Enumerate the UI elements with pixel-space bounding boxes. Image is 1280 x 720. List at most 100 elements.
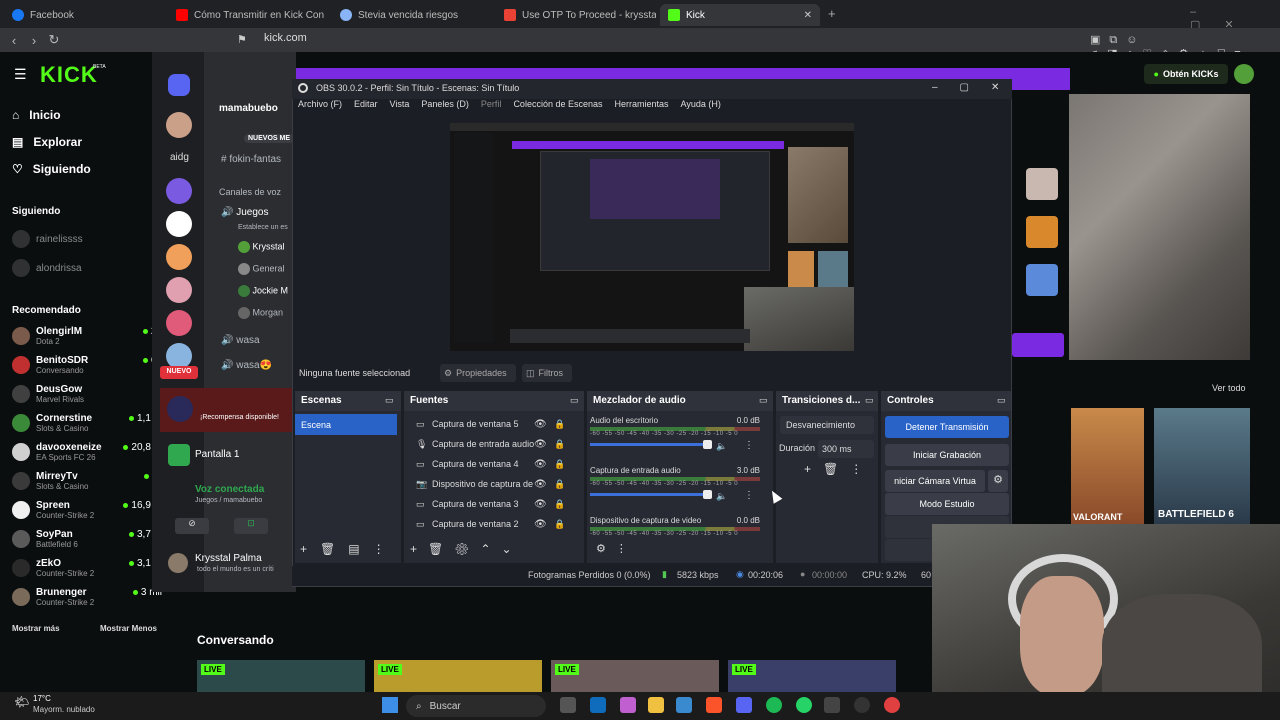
user-avatar[interactable] bbox=[1234, 64, 1254, 84]
bookmark-icon[interactable]: ⚑ bbox=[237, 33, 247, 46]
recommended-channel[interactable]: zEkO Counter-Strike 2 3,1 m bbox=[12, 554, 162, 582]
visibility-eye-icon[interactable]: 👁 bbox=[534, 519, 547, 530]
source-item[interactable]: ▭ Captura de ventana 2 👁 🔒 bbox=[410, 514, 580, 534]
tab-stevia[interactable]: Stevia vencida riesgos bbox=[332, 4, 492, 26]
start-icon[interactable] bbox=[382, 697, 398, 713]
source-item[interactable]: ▭ Captura de ventana 5 👁 🔒 bbox=[410, 414, 580, 434]
server-icon[interactable] bbox=[166, 178, 192, 204]
weather-temp[interactable]: 17°C bbox=[33, 694, 51, 703]
text-channel[interactable]: # fokin-fantas bbox=[221, 154, 281, 165]
brave-icon[interactable] bbox=[706, 697, 722, 713]
new-messages-badge[interactable]: NUEVOS ME bbox=[244, 134, 295, 143]
outlook-icon[interactable] bbox=[590, 697, 606, 713]
obs-menu-item[interactable]: Colección de Escenas bbox=[513, 99, 602, 115]
recommended-channel[interactable]: Brunenger Counter-Strike 23 mil bbox=[12, 583, 162, 611]
voice-channel[interactable]: 🔊 wasa😍 bbox=[221, 360, 272, 371]
featured-stream[interactable] bbox=[1069, 94, 1250, 360]
voice-member[interactable]: Jockie M bbox=[238, 285, 288, 297]
gear-icon[interactable]: ⚙ bbox=[988, 470, 1008, 492]
voice-channel[interactable]: 🔊 Juegos bbox=[221, 207, 268, 218]
obs-menu-item[interactable]: Perfil bbox=[481, 99, 502, 115]
stream-thumb-small[interactable] bbox=[1026, 168, 1058, 200]
voice-header[interactable]: Canales de voz bbox=[219, 187, 281, 197]
discord-icon[interactable] bbox=[168, 74, 190, 96]
source-item[interactable]: 📷 Dispositivo de captura de v 👁 🔒 bbox=[410, 474, 580, 494]
visibility-eye-icon[interactable]: 👁 bbox=[534, 459, 547, 470]
undock-icon[interactable]: ▭ bbox=[385, 395, 394, 406]
stream-thumb[interactable]: LIVE bbox=[551, 660, 719, 692]
obs-menu-item[interactable]: Ayuda (H) bbox=[681, 99, 721, 115]
obs-preview[interactable] bbox=[450, 123, 854, 351]
video-off-icon[interactable]: ⊘ bbox=[175, 518, 209, 534]
obs-window-controls[interactable]: –▢✕ bbox=[932, 82, 1021, 93]
nav-explorar[interactable]: ▤ Explorar bbox=[12, 135, 82, 149]
voice-channel[interactable]: 🔊 wasa bbox=[221, 335, 260, 346]
obs-taskbar-icon[interactable] bbox=[854, 697, 870, 713]
mixer-toolbar[interactable]: ⚙⋮ bbox=[596, 542, 637, 555]
stream-thumb-small[interactable] bbox=[1026, 264, 1058, 296]
mute-icon[interactable]: 🔈 bbox=[716, 441, 727, 452]
show-less-link[interactable]: Mostrar Menos bbox=[100, 624, 157, 633]
menu-icon[interactable]: ☰ bbox=[14, 66, 27, 83]
close-tab-icon[interactable]: ✕ bbox=[804, 10, 812, 21]
recommended-channel[interactable]: MirreyTvSlots & Casino11 bbox=[12, 467, 162, 495]
stream-thumb[interactable]: LIVE bbox=[374, 660, 542, 692]
kick-logo[interactable]: KICK bbox=[40, 62, 98, 88]
start-recording-button[interactable]: Iniciar Grabación bbox=[885, 444, 1009, 466]
tab-kick[interactable]: Kick ✕ bbox=[660, 4, 820, 26]
recommended-channel[interactable]: DeusGow Marvel Rivals bbox=[12, 380, 162, 408]
recommended-channel[interactable]: OlengirlMDota 224 bbox=[12, 322, 162, 350]
avatar[interactable] bbox=[168, 553, 188, 573]
recommended-channel[interactable]: Spreen Counter-Strike 2 16,9 m bbox=[12, 496, 162, 524]
forward-icon[interactable]: › bbox=[24, 33, 44, 48]
app-icon[interactable] bbox=[824, 697, 840, 713]
obs-menu-item[interactable]: Herramientas bbox=[615, 99, 669, 115]
reward-banner[interactable]: ¡Recompensa disponible! bbox=[160, 388, 294, 432]
undock-icon[interactable]: ▭ bbox=[759, 395, 768, 406]
discord-taskbar-icon[interactable] bbox=[736, 697, 752, 713]
back-icon[interactable]: ‹ bbox=[4, 33, 24, 48]
lock-icon[interactable]: 🔒 bbox=[554, 519, 565, 530]
game-card-battlefield[interactable]: BATTLEFIELD 6 bbox=[1154, 408, 1250, 524]
screen-share-button[interactable]: ⊡ bbox=[234, 518, 268, 534]
show-more-link[interactable]: Mostrar más bbox=[12, 624, 60, 633]
more-icon[interactable]: ⋮ bbox=[744, 490, 754, 501]
task-view-icon[interactable] bbox=[560, 697, 576, 713]
promo-banner[interactable] bbox=[1012, 333, 1064, 357]
volume-slider[interactable] bbox=[590, 490, 712, 499]
lock-icon[interactable]: 🔒 bbox=[554, 499, 565, 510]
recommended-channel[interactable]: davooxeneize EA Sports FC 26 20,8 m bbox=[12, 438, 162, 466]
recommended-channel[interactable]: SoyPan Battlefield 6 3,7 m bbox=[12, 525, 162, 553]
scene-item[interactable]: Escena bbox=[295, 414, 397, 435]
visibility-eye-icon[interactable]: 👁 bbox=[534, 419, 547, 430]
obs-menu-item[interactable]: Editar bbox=[354, 99, 378, 115]
tab-youtube[interactable]: Cómo Transmitir en Kick Con Obs St bbox=[168, 4, 326, 26]
stream-thumb[interactable]: LIVE bbox=[728, 660, 896, 692]
game-card-valorant[interactable]: VALORANT bbox=[1071, 408, 1144, 524]
url-field[interactable]: kick.com bbox=[264, 32, 307, 44]
undock-icon[interactable]: ▭ bbox=[865, 395, 874, 406]
lock-icon[interactable]: 🔒 bbox=[554, 419, 565, 430]
source-item[interactable]: ▭ Captura de ventana 4 👁 🔒 bbox=[410, 454, 580, 474]
app-icon[interactable] bbox=[884, 697, 900, 713]
more-icon[interactable]: ⋮ bbox=[744, 440, 754, 451]
taskbar-search[interactable]: ⌕ Buscar bbox=[406, 695, 546, 717]
nav-inicio[interactable]: ⌂ Inicio bbox=[12, 108, 61, 122]
recommended-channel[interactable]: Cornerstine Slots & Casino 1,1 m bbox=[12, 409, 162, 437]
store-icon[interactable] bbox=[676, 697, 692, 713]
server-icon[interactable] bbox=[166, 211, 192, 237]
properties-button[interactable]: ⚙ Propiedades bbox=[440, 364, 516, 382]
duration-input[interactable]: 300 ms bbox=[818, 440, 874, 458]
stop-stream-button[interactable]: Detener Transmisión bbox=[885, 416, 1009, 438]
recommended-channel[interactable]: BenitoSDRConversando60 bbox=[12, 351, 162, 379]
file-explorer-icon[interactable] bbox=[648, 697, 664, 713]
tab-facebook[interactable]: Facebook bbox=[4, 4, 164, 26]
filters-button[interactable]: ◫ Filtros bbox=[522, 364, 572, 382]
voice-member[interactable]: Krysstal bbox=[238, 241, 285, 253]
transition-select[interactable]: Desvanecimiento bbox=[780, 416, 874, 434]
volume-slider[interactable] bbox=[590, 440, 712, 449]
virtual-camera-button[interactable]: niciar Cámara Virtua bbox=[885, 470, 985, 492]
whatsapp-icon[interactable] bbox=[796, 697, 812, 713]
server-icon[interactable] bbox=[166, 310, 192, 336]
server-icon[interactable] bbox=[166, 244, 192, 270]
